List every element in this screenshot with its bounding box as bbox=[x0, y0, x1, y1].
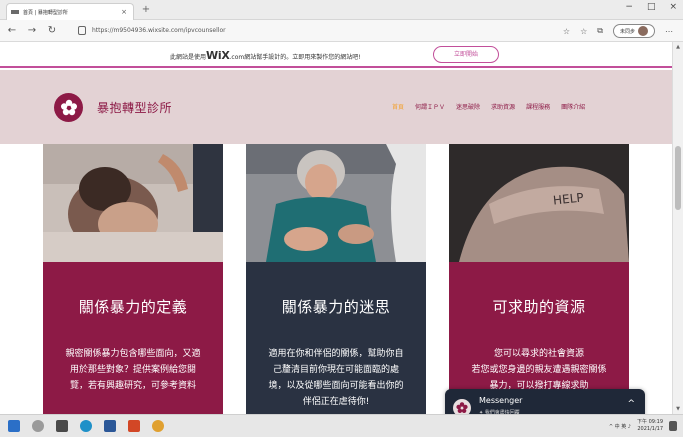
more-options-icon[interactable]: ⋯ bbox=[665, 27, 673, 36]
system-tray: ^ 中 英 ♪ 下午 09:19 2021/1/17 bbox=[609, 419, 677, 433]
nav-item-courses[interactable]: 課程服務 bbox=[526, 102, 550, 111]
maximize-button[interactable]: □ bbox=[647, 2, 656, 12]
new-tab-button[interactable]: + bbox=[140, 3, 152, 17]
tab-favicon-icon bbox=[11, 10, 19, 14]
profile-button[interactable]: 未同步 bbox=[612, 24, 655, 38]
scroll-thumb[interactable] bbox=[675, 146, 681, 210]
favorites-list-icon[interactable]: ☆ bbox=[580, 27, 587, 36]
store-icon[interactable] bbox=[56, 420, 68, 432]
url-field[interactable]: https://m9504936.wixsite.com/ipvcounsell… bbox=[92, 25, 226, 37]
site-header: 暴抱轉型診所 首頁 何謂ＩＰＶ 迷思破除 求助資源 課程服務 團隊介紹 bbox=[0, 70, 683, 144]
wix-text-after: .com網站幫手設計的。立即用來製作您的網站吧! bbox=[229, 54, 361, 61]
card-body-line: 親密關係暴力包含哪些面向，又適 bbox=[65, 349, 201, 359]
minimize-button[interactable]: − bbox=[625, 2, 633, 12]
page-scrollbar[interactable]: ▲ ▼ bbox=[672, 42, 683, 414]
collections-icon[interactable]: ⧉ bbox=[597, 26, 603, 36]
card-title: 關係暴力的定義 bbox=[78, 298, 188, 316]
nav-item-team[interactable]: 團隊介紹 bbox=[561, 102, 585, 111]
card-resources[interactable]: HELP 可求助的資源 您可以尋求的社會資源 若您或您身邊的親友遭遇親密關係 暴… bbox=[449, 144, 629, 414]
site-nav: 首頁 何謂ＩＰＶ 迷思破除 求助資源 課程服務 團隊介紹 bbox=[392, 102, 585, 111]
nav-item-myths[interactable]: 迷思破除 bbox=[456, 102, 480, 111]
flower-icon bbox=[456, 402, 468, 414]
card-body: 您可以尋求的社會資源 若您或您身邊的親友遭遇親密關係 暴力，可以撥打專線求助 bbox=[449, 346, 629, 394]
powerpoint-icon[interactable] bbox=[128, 420, 140, 432]
card-body-line: 覽，若有興趣研究，可參考資料 bbox=[69, 381, 196, 391]
address-bar: ← → ↻ https://m9504936.wixsite.com/ipvco… bbox=[0, 20, 683, 42]
browser-window: 首頁 | 暴抱轉型診所 × + − □ × ← → ↻ https://m950… bbox=[0, 0, 683, 437]
card-photo-distressed-woman bbox=[43, 144, 223, 262]
start-icon[interactable] bbox=[8, 420, 20, 432]
wix-text-before: 此網站是使用 bbox=[170, 54, 207, 61]
card-panel: 關係暴力的迷思 適用在你和伴侶的關係，幫助你自 己釐清目前你現在可能面臨的處 境… bbox=[246, 262, 426, 414]
start-now-button[interactable]: 立即開始 bbox=[433, 46, 499, 63]
word-icon[interactable] bbox=[104, 420, 116, 432]
close-window-button[interactable]: × bbox=[669, 2, 677, 12]
notification-icon[interactable] bbox=[669, 421, 677, 431]
chrome-icon[interactable] bbox=[152, 420, 164, 432]
tab-title: 首頁 | 暴抱轉型診所 bbox=[23, 9, 68, 16]
card-title: 可求助的資源 bbox=[492, 298, 586, 316]
site-title[interactable]: 暴抱轉型診所 bbox=[97, 99, 172, 116]
site-logo[interactable] bbox=[54, 93, 83, 122]
back-icon[interactable]: ← bbox=[6, 24, 18, 38]
window-controls: − □ × bbox=[625, 2, 677, 12]
lock-icon bbox=[78, 26, 86, 35]
clock[interactable]: 下午 09:19 2021/1/17 bbox=[637, 419, 663, 433]
card-body: 親密關係暴力包含哪些面向，又適 用於那些對象？提供案例給您閱 覽，若有興趣研究，… bbox=[43, 346, 223, 394]
card-body-line: 境，以及從哪些面向可能看出你的 bbox=[268, 381, 404, 391]
tab-close-icon[interactable]: × bbox=[119, 8, 129, 16]
taskbar-icons bbox=[8, 420, 164, 432]
card-body-line: 用於那些對象？提供案例給您閱 bbox=[69, 365, 196, 375]
chevron-up-icon[interactable]: ^ bbox=[627, 399, 635, 409]
address-bar-actions: ☆ ☆ ⧉ 未同步 ⋯ bbox=[563, 24, 673, 38]
card-body: 適用在你和伴侶的關係，幫助你自 己釐清目前你現在可能面臨的處 境，以及從哪些面向… bbox=[246, 346, 426, 410]
edge-icon[interactable] bbox=[80, 420, 92, 432]
avatar bbox=[638, 26, 648, 36]
forward-icon[interactable]: → bbox=[26, 24, 38, 38]
card-photo-couple bbox=[246, 144, 426, 262]
card-body-line: 伴侶正在虐待你! bbox=[302, 397, 370, 407]
card-body-line: 己釐清目前你現在可能面臨的處 bbox=[272, 365, 399, 375]
card-photo-help-hand: HELP bbox=[449, 144, 629, 262]
tab-bar: 首頁 | 暴抱轉型診所 × + − □ × bbox=[0, 0, 683, 20]
refresh-icon[interactable]: ↻ bbox=[46, 24, 58, 38]
wix-banner: 此網站是使用WiX.com網站幫手設計的。立即用來製作您的網站吧! 立即開始 bbox=[0, 42, 683, 68]
card-body-line: 適用在你和伴侶的關係，幫助你自 bbox=[268, 349, 404, 359]
card-body-line: 若您或您身邊的親友遭遇親密關係 bbox=[471, 365, 607, 375]
clock-time: 下午 09:19 bbox=[637, 419, 663, 425]
search-icon[interactable] bbox=[32, 420, 44, 432]
card-body-line: 您可以尋求的社會資源 bbox=[493, 349, 584, 359]
nav-item-resources[interactable]: 求助資源 bbox=[491, 102, 515, 111]
clock-date: 2021/1/17 bbox=[637, 426, 663, 432]
main-content: 關係暴力的定義 親密關係暴力包含哪些面向，又適 用於那些對象？提供案例給您閱 覽… bbox=[0, 144, 658, 414]
flower-icon bbox=[60, 99, 77, 115]
card-title: 關係暴力的迷思 bbox=[281, 298, 391, 316]
profile-label: 未同步 bbox=[619, 28, 635, 35]
messenger-name: Messenger bbox=[479, 396, 523, 405]
card-panel: 關係暴力的定義 親密關係暴力包含哪些面向，又適 用於那些對象？提供案例給您閱 覽… bbox=[43, 262, 223, 414]
wix-logo: WiX bbox=[206, 49, 230, 62]
nav-item-home[interactable]: 首頁 bbox=[392, 102, 404, 111]
nav-item-what-is-ipv[interactable]: 何謂ＩＰＶ bbox=[415, 102, 445, 111]
card-myths[interactable]: 關係暴力的迷思 適用在你和伴侶的關係，幫助你自 己釐清目前你現在可能面臨的處 境… bbox=[246, 144, 426, 414]
wix-banner-text: 此網站是使用WiX.com網站幫手設計的。立即用來製作您的網站吧! bbox=[170, 49, 361, 62]
favorite-star-icon[interactable]: ☆ bbox=[563, 27, 570, 36]
browser-tab[interactable]: 首頁 | 暴抱轉型診所 × bbox=[6, 3, 134, 20]
os-taskbar: ^ 中 英 ♪ 下午 09:19 2021/1/17 bbox=[0, 414, 683, 437]
card-definition[interactable]: 關係暴力的定義 親密關係暴力包含哪些面向，又適 用於那些對象？提供案例給您閱 覽… bbox=[43, 144, 223, 414]
scroll-up-icon[interactable]: ▲ bbox=[673, 44, 683, 50]
scroll-down-icon[interactable]: ▼ bbox=[673, 406, 683, 412]
tray-icons[interactable]: ^ 中 英 ♪ bbox=[609, 423, 631, 430]
